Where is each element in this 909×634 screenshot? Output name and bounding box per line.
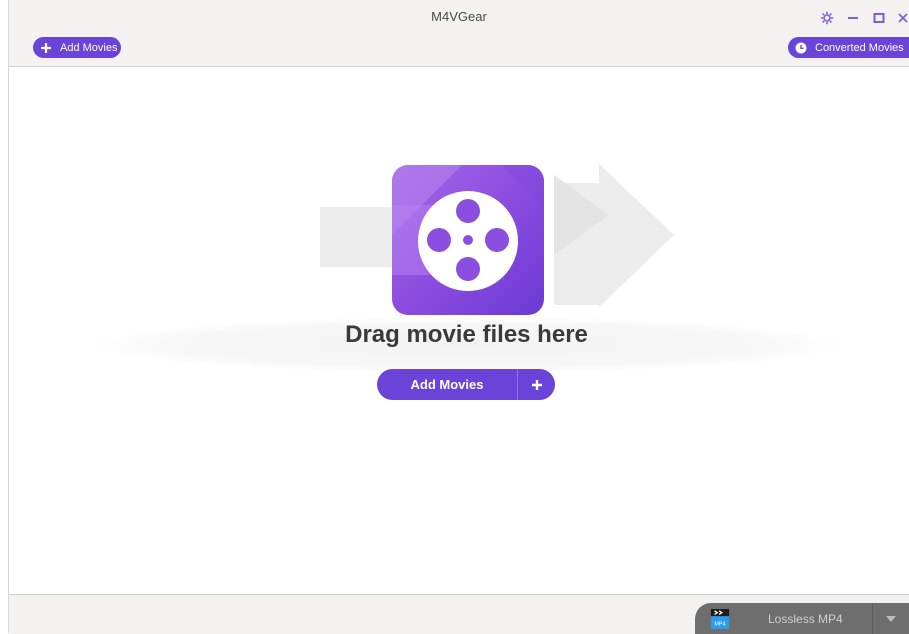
output-format-select[interactable]: MP4 Lossless MP4 <box>695 603 909 634</box>
mp4-format-icon: MP4 <box>710 608 730 629</box>
add-movies-main-button[interactable]: Add Movies <box>377 369 555 400</box>
title-bar: M4VGear Add Movies Converted Movies <box>9 0 909 67</box>
add-movies-button[interactable]: Add Movies <box>33 37 121 58</box>
film-reel-icon <box>392 165 544 315</box>
mp4-icon-text: MP4 <box>714 621 725 627</box>
gear-icon[interactable] <box>819 10 835 26</box>
converted-movies-button[interactable]: Converted Movies <box>788 37 909 58</box>
clock-icon <box>794 41 808 55</box>
app-title: M4VGear <box>431 9 487 24</box>
maximize-icon[interactable] <box>871 10 887 26</box>
window-controls <box>819 10 909 26</box>
output-format-label: Lossless MP4 <box>768 611 843 626</box>
close-icon[interactable] <box>897 10 909 26</box>
drop-zone[interactable]: Drag movie files here Add Movies <box>9 67 909 594</box>
drag-hint-text: Drag movie files here <box>345 321 588 348</box>
plus-icon <box>39 41 53 55</box>
add-movies-main-label: Add Movies <box>410 377 484 392</box>
minimize-icon[interactable] <box>845 10 861 26</box>
chevron-down-icon[interactable] <box>872 603 909 634</box>
converted-movies-label: Converted Movies <box>815 41 904 54</box>
add-movies-label: Add Movies <box>60 41 118 54</box>
bottom-bar: MP4 Lossless MP4 <box>9 594 909 634</box>
plus-icon[interactable] <box>518 369 555 400</box>
